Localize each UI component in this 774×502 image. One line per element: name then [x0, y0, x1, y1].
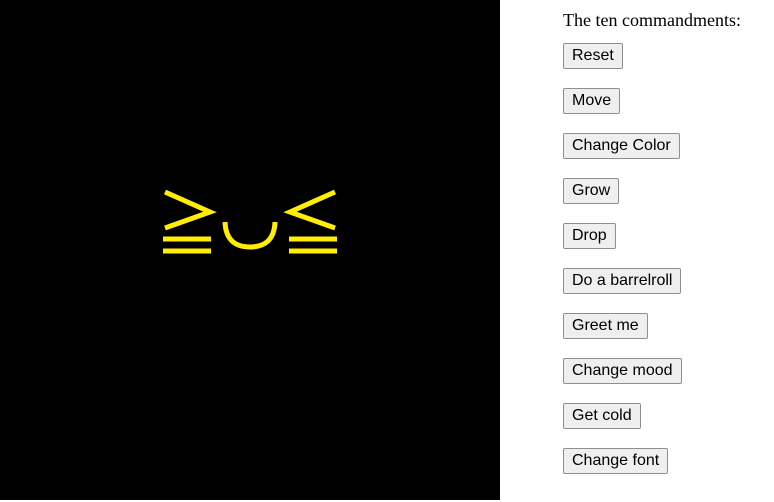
commands-heading: The ten commandments:	[563, 10, 741, 30]
get-cold-button[interactable]: Get cold	[563, 403, 641, 429]
right-eye	[283, 189, 337, 254]
commands-panel: The ten commandments: Reset Move Change …	[563, 8, 774, 474]
change-font-button[interactable]: Change font	[563, 448, 669, 474]
drop-button[interactable]: Drop	[563, 223, 616, 249]
left-eye	[163, 189, 217, 254]
smile-mouth	[222, 221, 278, 250]
move-button[interactable]: Move	[563, 88, 621, 114]
face-emoticon	[163, 189, 337, 254]
face-canvas	[0, 0, 500, 500]
barrelroll-button[interactable]: Do a barrelroll	[563, 268, 682, 294]
grow-button[interactable]: Grow	[563, 178, 620, 204]
change-color-button[interactable]: Change Color	[563, 133, 680, 159]
commands-button-list: Reset Move Change Color Grow Drop Do a b…	[563, 43, 774, 474]
change-mood-button[interactable]: Change mood	[563, 358, 682, 384]
greet-me-button[interactable]: Greet me	[563, 313, 648, 339]
reset-button[interactable]: Reset	[563, 43, 623, 69]
